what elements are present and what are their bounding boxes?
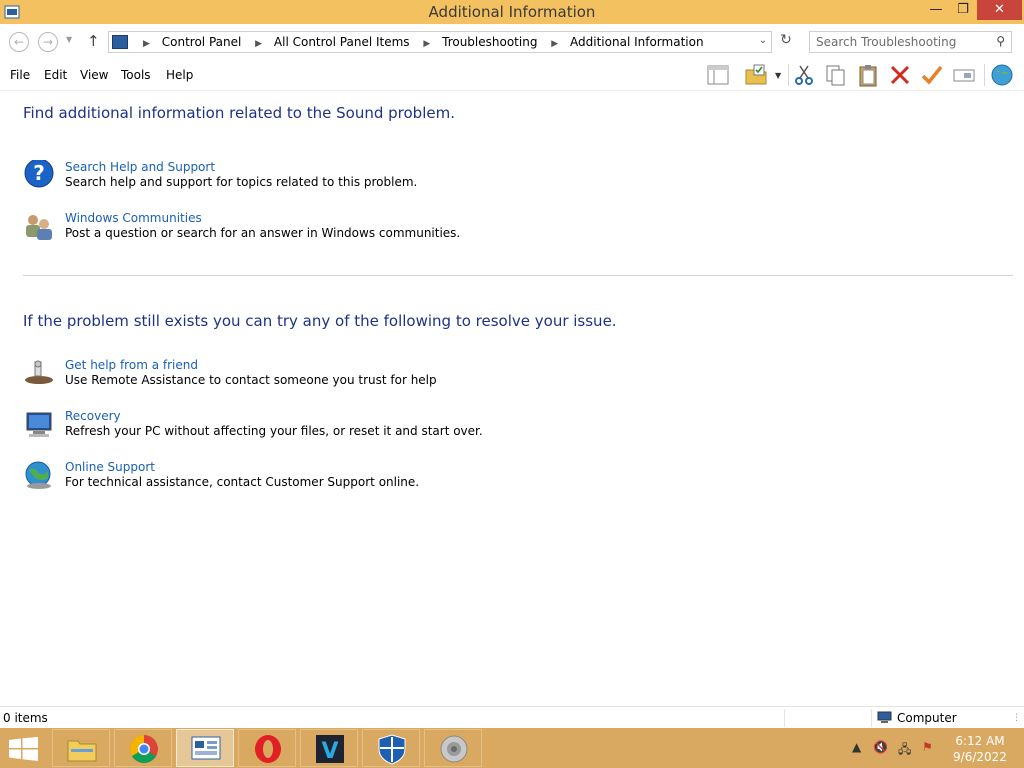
- search-input[interactable]: [810, 32, 985, 52]
- windows-start-icon[interactable]: [9, 737, 39, 761]
- item-count: 0 items: [3, 711, 48, 725]
- search-help-link[interactable]: Search Help and Support: [65, 160, 215, 174]
- control-panel-icon: [191, 736, 221, 760]
- back-button[interactable]: ←: [9, 32, 29, 52]
- up-button[interactable]: ↑: [87, 32, 100, 50]
- menu-help[interactable]: Help: [166, 68, 193, 82]
- toolbar-divider: [984, 64, 985, 86]
- menu-edit[interactable]: Edit: [44, 68, 67, 82]
- location-label: Computer: [897, 711, 957, 725]
- shield-icon: [378, 734, 406, 765]
- windows-communities-link[interactable]: Windows Communities: [65, 211, 202, 225]
- chevron-right-icon: ▶: [551, 39, 559, 49]
- copy-icon[interactable]: [824, 63, 848, 87]
- folder-options-icon[interactable]: [744, 63, 768, 87]
- svg-text:V: V: [321, 739, 338, 764]
- chrome-icon: [130, 735, 158, 763]
- section-divider: [23, 275, 1013, 276]
- globe-icon: [25, 461, 51, 489]
- folder-icon: [67, 740, 97, 762]
- clock[interactable]: 6:12 AM 9/6/2022: [948, 733, 1012, 765]
- search-icon[interactable]: ⚲: [996, 34, 1005, 48]
- clock-date: 9/6/2022: [953, 750, 1007, 764]
- get-help-friend-description: Use Remote Assistance to contact someone…: [65, 373, 437, 387]
- status-bar: 0 items Computer ⋮: [0, 706, 1024, 728]
- speaker-icon: [440, 735, 468, 763]
- taskbar-control-panel[interactable]: [176, 729, 234, 767]
- layout-pane-icon[interactable]: [706, 63, 730, 87]
- breadcrumb-control-panel[interactable]: Control Panel: [162, 35, 242, 49]
- search-help-description: Search help and support for topics relat…: [65, 175, 418, 189]
- address-bar[interactable]: ▶ Control Panel ▶ All Control Panel Item…: [108, 31, 772, 53]
- search-box[interactable]: ⚲: [809, 31, 1012, 53]
- breadcrumb-troubleshooting[interactable]: Troubleshooting: [442, 35, 537, 49]
- restore-button[interactable]: ❐: [950, 0, 976, 20]
- toolbar-divider: [788, 64, 789, 86]
- show-hidden-icons-button[interactable]: ▲: [852, 740, 861, 754]
- status-separator: [871, 709, 872, 727]
- remote-assistance-icon: [25, 360, 53, 384]
- taskbar: V ▲ 🔇 🖧 ⚑ 6:12 AM 9/6/2022: [0, 728, 1024, 768]
- close-button[interactable]: ✕: [977, 0, 1022, 20]
- menu-bar: File Edit View Tools Help ▼: [0, 58, 1024, 91]
- section-heading-resolve: If the problem still exists you can try …: [23, 312, 617, 330]
- globe-icon[interactable]: [990, 63, 1014, 87]
- taskbar-chrome[interactable]: [114, 729, 172, 767]
- network-icon[interactable]: 🖧: [898, 740, 911, 761]
- recovery-description: Refresh your PC without affecting your f…: [65, 424, 483, 438]
- recovery-icon: [26, 412, 52, 437]
- navigation-bar: ← → ▼ ↑ ▶ Control Panel ▶ All Control Pa…: [0, 24, 1024, 58]
- computer-icon: [877, 711, 892, 723]
- status-separator: [784, 709, 785, 727]
- chevron-right-icon: ▶: [255, 39, 263, 49]
- breadcrumb: ▶ Control Panel ▶ All Control Panel Item…: [133, 35, 704, 49]
- online-support-link[interactable]: Online Support: [65, 460, 155, 474]
- chevron-right-icon: ▶: [143, 39, 150, 49]
- checkmark-icon[interactable]: [920, 63, 944, 87]
- minimize-button[interactable]: —: [922, 0, 950, 20]
- clock-time: 6:12 AM: [955, 734, 1005, 748]
- breadcrumb-additional-information[interactable]: Additional Information: [570, 35, 704, 49]
- svg-text:?: ?: [33, 161, 45, 185]
- taskbar-opera[interactable]: [238, 729, 296, 767]
- opera-icon: [255, 735, 281, 763]
- paste-icon[interactable]: [856, 63, 880, 87]
- recent-locations-dropdown[interactable]: ▼: [66, 35, 72, 44]
- communities-icon: [26, 215, 52, 240]
- rename-icon[interactable]: [952, 63, 976, 87]
- refresh-button[interactable]: ↻: [776, 32, 796, 52]
- delete-icon[interactable]: [888, 63, 912, 87]
- cut-icon[interactable]: [792, 63, 816, 87]
- get-help-friend-link[interactable]: Get help from a friend: [65, 358, 198, 372]
- taskbar-file-explorer[interactable]: [52, 729, 110, 767]
- chevron-down-icon[interactable]: ▼: [775, 71, 781, 80]
- menu-file[interactable]: File: [10, 68, 30, 82]
- taskbar-sound[interactable]: [424, 729, 482, 767]
- menu-tools[interactable]: Tools: [121, 68, 151, 82]
- volume-muted-icon[interactable]: 🔇: [873, 740, 888, 754]
- v-app-icon: V: [316, 735, 344, 764]
- window-title: Additional Information: [428, 3, 596, 21]
- chevron-right-icon: ▶: [423, 39, 431, 49]
- question-icon: ?: [24, 160, 54, 188]
- breadcrumb-all-items[interactable]: All Control Panel Items: [274, 35, 410, 49]
- forward-button[interactable]: →: [38, 32, 58, 52]
- action-center-icon[interactable]: ⚑: [922, 740, 933, 754]
- recovery-link[interactable]: Recovery: [65, 409, 121, 423]
- windows-communities-description: Post a question or search for an answer …: [65, 226, 461, 240]
- title-bar: Additional Information — ❐ ✕: [0, 0, 1024, 24]
- section-heading-sound: Find additional information related to t…: [23, 104, 455, 122]
- resize-grip-icon[interactable]: ⋮: [1012, 713, 1021, 723]
- chevron-down-icon[interactable]: ⌄: [759, 35, 767, 46]
- menu-view[interactable]: View: [80, 68, 108, 82]
- taskbar-v-app[interactable]: V: [300, 729, 358, 767]
- control-panel-icon: [112, 35, 128, 49]
- taskbar-defender[interactable]: [362, 729, 420, 767]
- online-support-description: For technical assistance, contact Custom…: [65, 475, 420, 489]
